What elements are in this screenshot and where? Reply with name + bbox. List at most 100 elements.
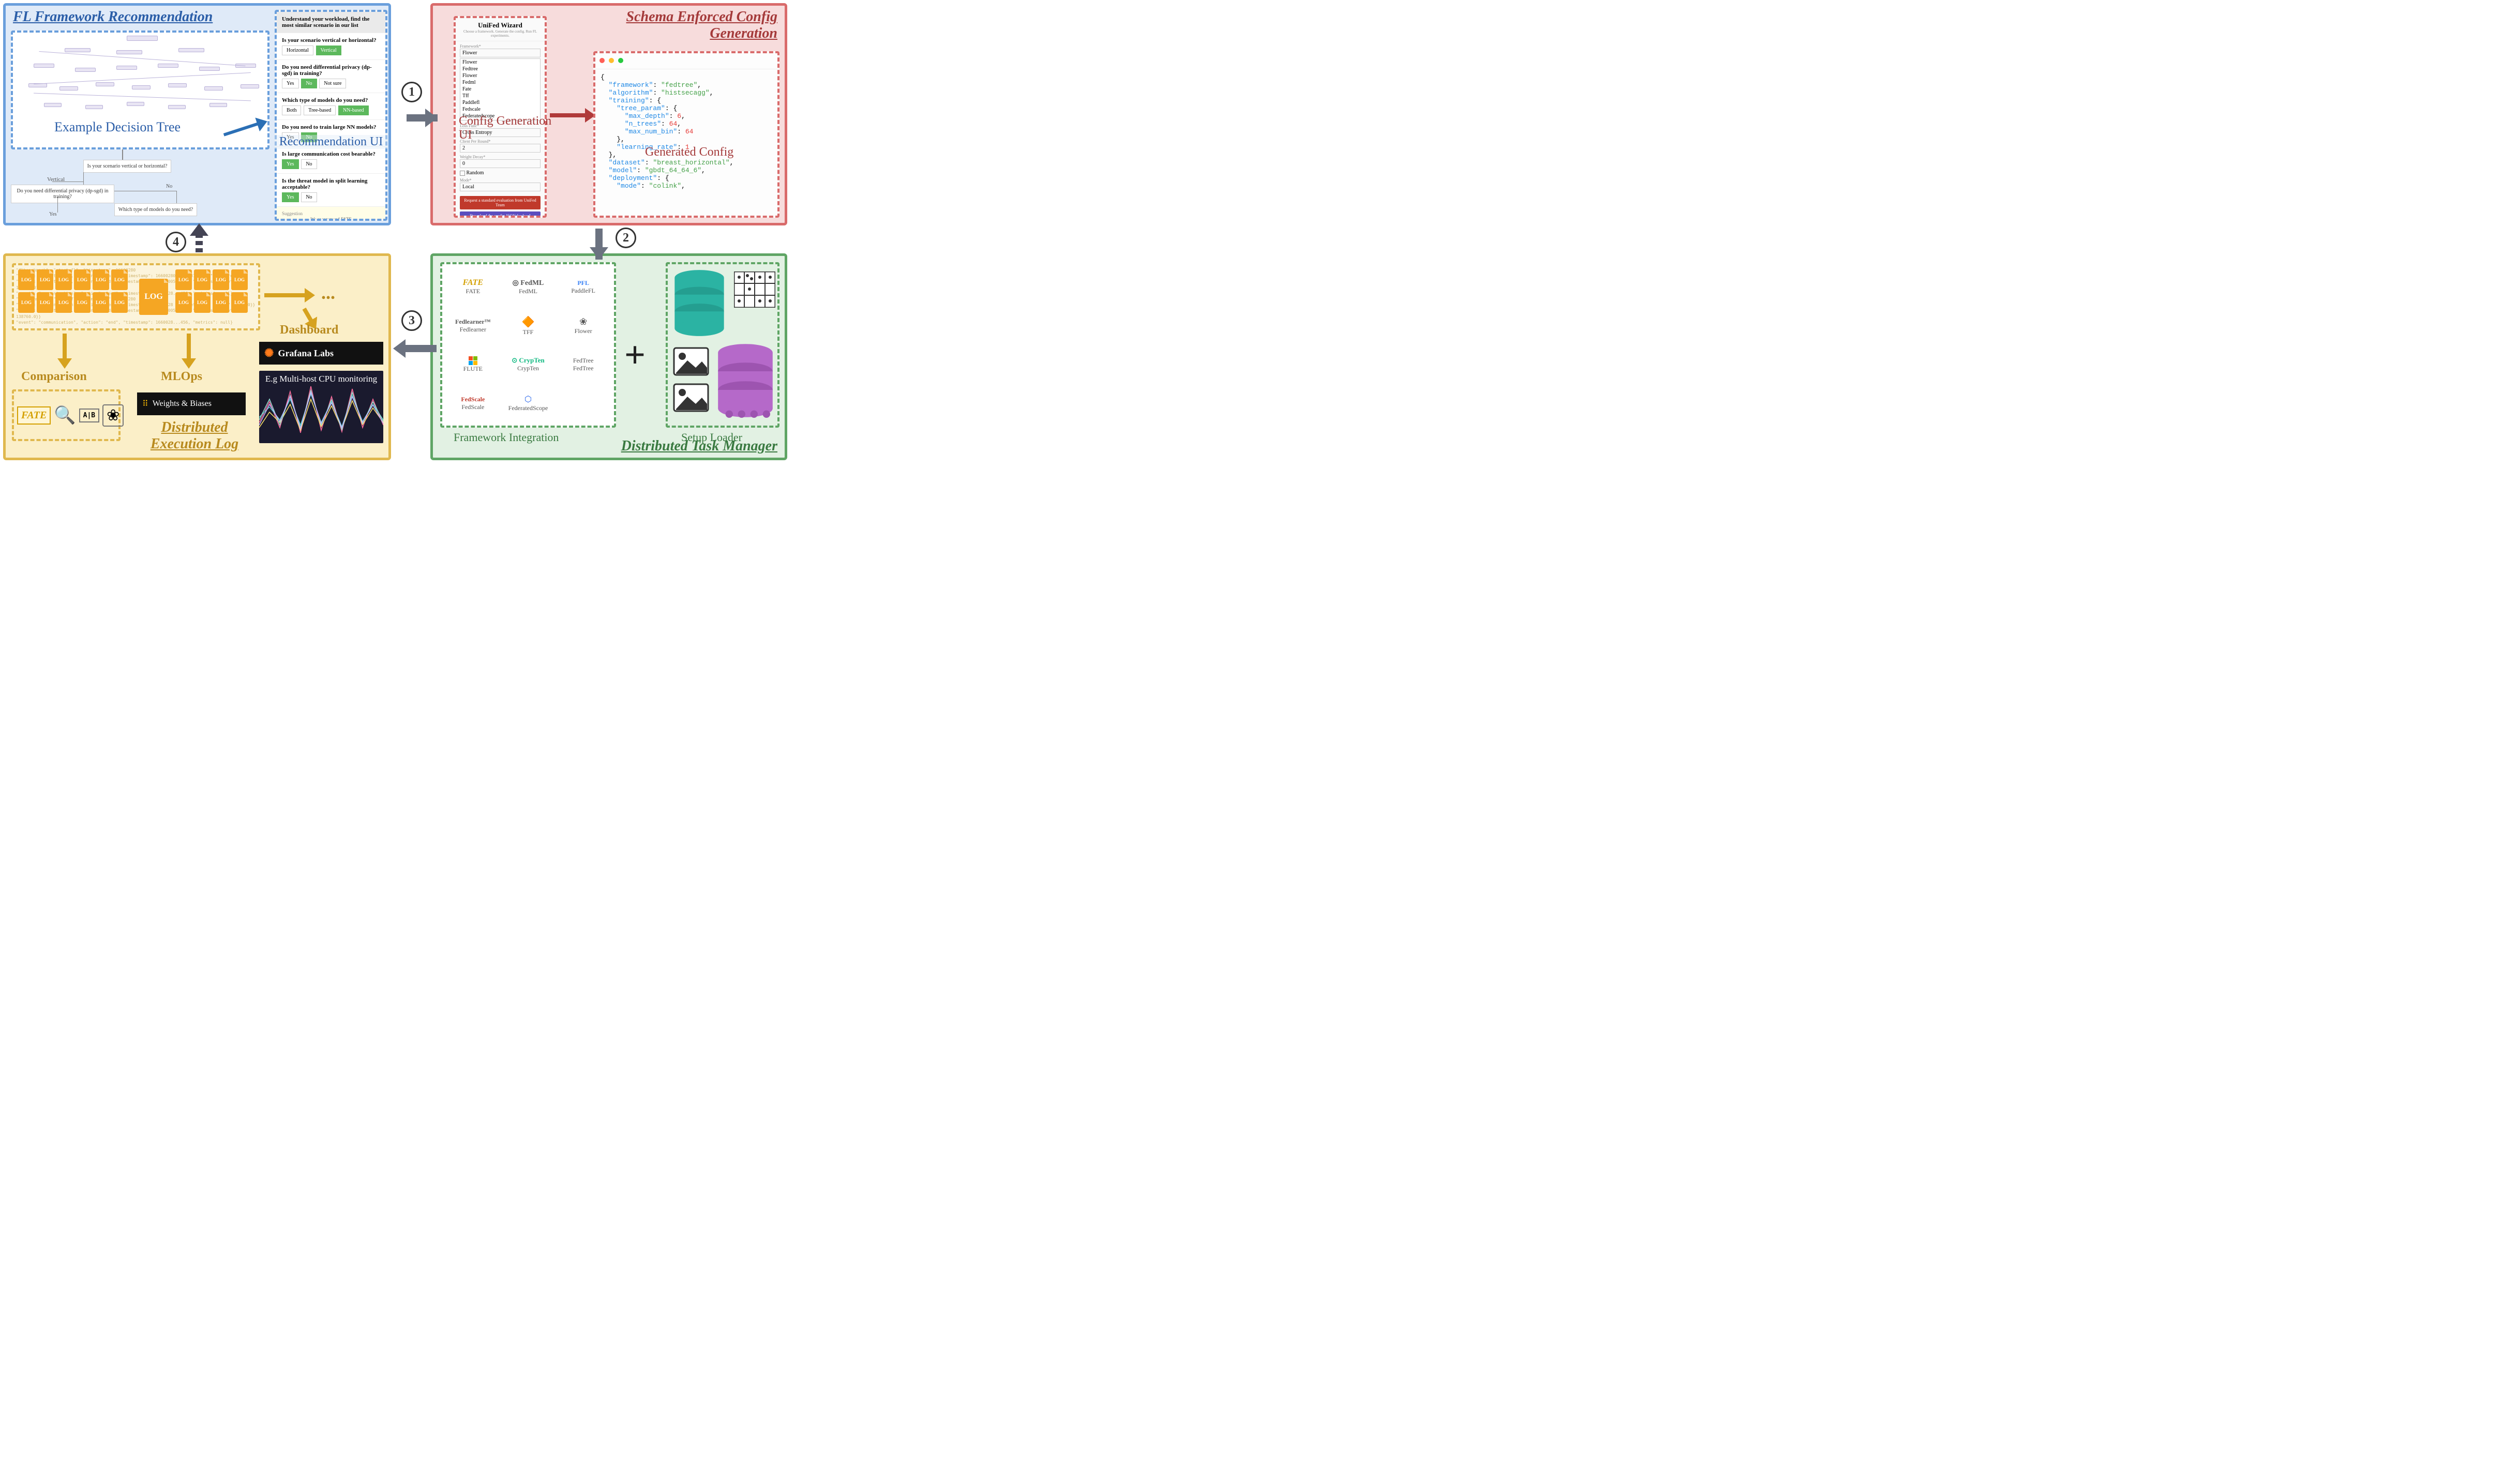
fedml-logo-icon: ◎ FedML: [513, 279, 544, 288]
wizard-tagline: Choose a framework. Generate the config.…: [459, 29, 542, 38]
rec-q5-no[interactable]: No: [301, 159, 317, 169]
magnifier-icon: 🔍: [54, 405, 76, 426]
rec-q5: Is large communication cost bearable? Ye…: [277, 147, 385, 174]
rec-q3-both[interactable]: Both: [282, 105, 301, 115]
rec-q1-opt-vertical[interactable]: Vertical: [316, 46, 341, 55]
database-icon-purple: [714, 342, 776, 419]
wizard-opt-tff[interactable]: Tff: [460, 93, 540, 99]
wizard-random-label: Random: [467, 170, 484, 176]
rec-q6-yes[interactable]: Yes: [282, 192, 299, 202]
comparison-label: Comparison: [21, 370, 87, 384]
panel-config-gen: Schema Enforced Config Generation UniFed…: [430, 3, 787, 225]
wizard-opt-flower2[interactable]: Flower: [460, 72, 540, 79]
wizard-random-checkbox[interactable]: [460, 171, 465, 176]
arrow-log-to-dashboard: [303, 308, 313, 322]
fw-flute: FLUTE: [445, 345, 501, 384]
rec-q4-label: Do you need to train large NN models?: [282, 124, 380, 130]
wizard-opt-paddlefl[interactable]: Paddlefl: [460, 99, 540, 106]
rec-suggestion: Suggestion We recommend FATE FATE: [277, 207, 385, 221]
rec-q3-tree[interactable]: Tree-based: [304, 105, 336, 115]
panel-exec-log: Distributed Execution Log "flbenchmark":…: [3, 253, 391, 460]
step-1-badge: 1: [401, 82, 422, 102]
log-file-icon: LOG: [194, 269, 211, 290]
step-2-badge: 2: [616, 228, 636, 248]
code-l7: "max_num_bin": 64: [601, 128, 772, 135]
fw-federatedscope: ⬡FederatedScope: [501, 384, 556, 422]
rec-q1-opt-horizontal[interactable]: Horizontal: [282, 46, 313, 55]
grafana-logo-icon: ✺: [264, 346, 274, 360]
wizard-opt-flower[interactable]: Flower: [460, 59, 540, 66]
wandb-badge: ⠿ Weights & Biases: [137, 392, 246, 415]
plus-icon: +: [624, 334, 646, 376]
log-file-icon: LOG: [175, 269, 192, 290]
wizard-mode-select[interactable]: Local: [460, 183, 541, 191]
rec-q2-no[interactable]: No: [301, 79, 317, 88]
rec-q5-yes[interactable]: Yes: [282, 159, 299, 169]
wizard-opt-fedml[interactable]: Fedml: [460, 79, 540, 86]
log-file-icon: LOG: [74, 269, 91, 290]
federatedscope-logo-icon: ⬡: [524, 394, 532, 404]
wizard-opt-fedscale[interactable]: Fedscale: [460, 106, 540, 113]
mlops-label: MLOps: [161, 370, 202, 384]
grafana-text: Grafana Labs: [278, 348, 334, 359]
wizard-fw-select[interactable]: Flower: [460, 49, 541, 57]
rec-q3: Which type of models do you need? Both T…: [277, 93, 385, 120]
ellipsis-label: ...: [321, 282, 335, 304]
code-l12: "mode": "colink",: [601, 182, 772, 190]
log-file-icon: LOG: [55, 269, 72, 290]
setup-loader-box: [666, 262, 779, 428]
arrow-log-to-ellipsis: [264, 293, 306, 297]
log-file-icon: LOG: [111, 292, 128, 313]
fw-fedml: ◎ FedMLFedML: [501, 267, 556, 306]
code-l2: "algorithm": "histsecagg",: [601, 89, 772, 97]
rec-q2-notsure[interactable]: Not sure: [319, 79, 346, 88]
rec-q6-label: Is the threat model in split learning ac…: [282, 178, 380, 190]
log-file-icon-big: LOG: [139, 279, 168, 315]
fedtree-logo-icon: FedTree: [573, 357, 594, 365]
wizard-request-button[interactable]: Request a standard evaluation from UniFe…: [460, 196, 541, 209]
wizard-epochs-input[interactable]: 2: [460, 144, 541, 153]
log-file-icon: LOG: [37, 292, 53, 313]
rec-recommend-text: We recommend FATE: [310, 217, 352, 221]
wizard-fw-dropdown[interactable]: Flower Fedtree Flower Fedml Fate Tff Pad…: [460, 58, 541, 120]
wizard-opt-fate[interactable]: Fate: [460, 86, 540, 93]
rec-q2: Do you need differential privacy (dp-sgd…: [277, 60, 385, 93]
rec-q2-yes[interactable]: Yes: [282, 79, 299, 88]
tensorflow-logo-icon: 🔶: [522, 315, 535, 328]
rec-q6-no[interactable]: No: [301, 192, 317, 202]
wizard-download-button[interactable]: Download the config JSON for local exper…: [460, 211, 541, 218]
log-file-icon: LOG: [231, 269, 248, 290]
generated-config-label: Generated Config: [645, 145, 733, 159]
fw-fate: FATEFATE: [445, 267, 501, 306]
arrow-step-2: [590, 247, 608, 260]
zoom-dp-node: Do you need differential privacy (dp-sgd…: [11, 185, 114, 203]
fedscale-logo-icon: FedScale: [461, 396, 485, 403]
panel-recommendation: FL Framework Recommendation Example Deci…: [3, 3, 391, 225]
code-l6: "n_trees": 64,: [601, 120, 772, 128]
fedlearner-logo-icon: Fedlearner™: [455, 318, 491, 326]
wandb-dots-icon: ⠿: [142, 399, 147, 409]
fw-tff: 🔶TFF: [501, 306, 556, 345]
fate-logo-icon: FATE: [463, 278, 483, 288]
panel4-title: Distributed Execution Log: [135, 419, 254, 452]
wandb-text: Weights & Biases: [153, 399, 212, 409]
fw-crypten: ⊙ CrypTenCrypTen: [501, 345, 556, 384]
rec-q2-label: Do you need differential privacy (dp-sgd…: [282, 64, 380, 77]
wizard-brand: UniFed Wizard: [459, 21, 542, 29]
log-file-icon: LOG: [111, 269, 128, 290]
panel2-title: Schema Enforced Config Generation: [602, 9, 777, 42]
rec-q3-nn[interactable]: NN-based: [338, 105, 369, 115]
decision-tree-zoom: Is your scenario vertical or horizontal?…: [11, 155, 269, 222]
fw-empty: [556, 384, 611, 422]
log-file-icon: LOG: [213, 269, 229, 290]
wizard-weight-input[interactable]: 0: [460, 159, 541, 168]
grid-icon: [734, 271, 775, 308]
fw-fedscale: FedScaleFedScale: [445, 384, 501, 422]
panel-task-manager: Distributed Task Manager FATEFATE ◎ FedM…: [430, 253, 787, 460]
framework-integration-label: Framework Integration: [454, 431, 559, 444]
arrow-log-to-comparison: [63, 334, 67, 359]
code-l9: "dataset": "breast_horizontal",: [601, 159, 772, 167]
wizard-opt-fedtree[interactable]: Fedtree: [460, 66, 540, 72]
rec-q5-label: Is large communication cost bearable?: [282, 151, 380, 157]
code-l4: "tree_param": {: [601, 104, 772, 112]
